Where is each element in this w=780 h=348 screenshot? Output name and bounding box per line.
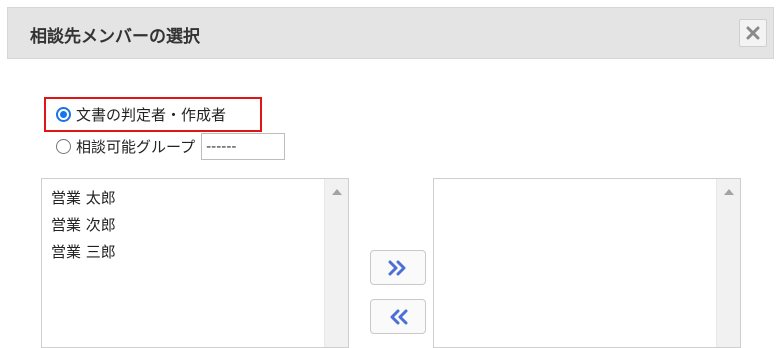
- scroll-up-arrow-icon[interactable]: [724, 189, 734, 195]
- list-item[interactable]: 営業 太郎: [51, 185, 116, 212]
- radio-label-consult-group: 相談可能グループ: [76, 138, 196, 156]
- scrollbar[interactable]: [716, 179, 740, 347]
- list-item[interactable]: 営業 三郎: [51, 239, 116, 266]
- list-item[interactable]: 営業 次郎: [51, 212, 116, 239]
- double-chevron-left-icon: [390, 309, 408, 324]
- close-icon: [746, 26, 760, 40]
- add-member-button[interactable]: [370, 250, 426, 285]
- scroll-up-arrow-icon[interactable]: [332, 189, 342, 195]
- selected-members-list[interactable]: [433, 178, 741, 348]
- radio-document-roles[interactable]: [56, 107, 71, 122]
- radio-option-document-roles[interactable]: 文書の判定者・作成者: [56, 104, 226, 125]
- group-select-input[interactable]: [201, 133, 286, 160]
- close-button[interactable]: [739, 19, 767, 47]
- radio-label-document-roles: 文書の判定者・作成者: [76, 106, 227, 124]
- remove-member-button[interactable]: [370, 299, 426, 334]
- dialog-title: 相談先メンバーの選択: [30, 27, 200, 47]
- scrollbar[interactable]: [324, 179, 348, 347]
- radio-option-consult-group[interactable]: 相談可能グループ: [56, 133, 286, 160]
- available-members-list[interactable]: 営業 太郎 営業 次郎 営業 三郎: [41, 178, 349, 348]
- dialog-header: 相談先メンバーの選択: [7, 7, 774, 59]
- radio-consult-group[interactable]: [56, 139, 71, 154]
- double-chevron-right-icon: [388, 260, 406, 275]
